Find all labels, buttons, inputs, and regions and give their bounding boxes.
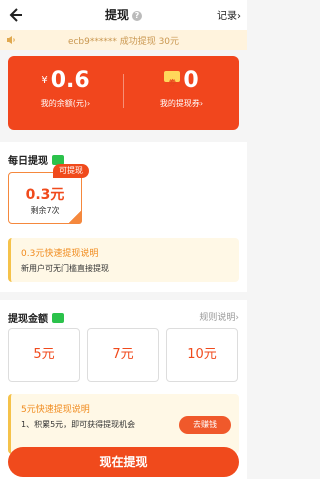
daily-withdraw-section: 每日提现 0.3元 剩余7次 可提现 0.3元快速提现说明 新用户可无门槛直接提… <box>0 142 247 292</box>
amount-title: 提现金额 <box>8 310 64 325</box>
amount-info-body: 1、积累5元，即可获得提现机会 <box>21 420 136 429</box>
top-bar: 提现? 记录› <box>0 0 247 30</box>
wechat-icon <box>52 313 64 323</box>
amount-info-title: 5元快速提现说明 <box>21 405 90 415</box>
amount-option-7[interactable]: 7元 <box>87 328 159 382</box>
daily-tip-body: 新用户可无门槛直接提现 <box>21 264 109 273</box>
balance-amount: 0.6 <box>50 68 90 93</box>
selected-check-icon <box>68 210 82 224</box>
coupon-value: 0 <box>124 68 239 96</box>
balance-value: ¥0.6 <box>8 68 123 94</box>
rules-link[interactable]: 规则说明› <box>199 310 239 323</box>
withdraw-now-button[interactable]: 现在提现 <box>8 447 239 477</box>
daily-tip-box: 0.3元快速提现说明 新用户可无门槛直接提现 <box>8 238 239 282</box>
page-title: 提现? <box>0 6 247 23</box>
ticket-icon <box>164 70 181 96</box>
records-link[interactable]: 记录› <box>217 7 241 22</box>
amount-option-10[interactable]: 10元 <box>166 328 238 382</box>
coupon-count: 0 <box>183 68 199 93</box>
daily-title-text: 每日提现 <box>8 156 48 167</box>
daily-option-amount: 0.3元 <box>25 187 65 203</box>
earn-money-button[interactable]: 去赚钱 <box>179 416 231 434</box>
currency-symbol: ¥ <box>41 75 48 86</box>
amount-option-5[interactable]: 5元 <box>8 328 80 382</box>
notice-bar: ecb9****** 成功提现 30元 <box>0 30 247 50</box>
daily-tip-title: 0.3元快速提现说明 <box>21 249 99 259</box>
help-icon[interactable]: ? <box>132 11 142 21</box>
balance-label: 我的余额(元)› <box>40 99 91 108</box>
balance-block[interactable]: ¥0.6 我的余额(元)› <box>8 68 123 109</box>
coupon-block[interactable]: 0 我的提现券› <box>124 68 239 109</box>
balance-card: ¥0.6 我的余额(元)› 0 我的提现券› <box>8 56 239 130</box>
notice-text: ecb9****** 成功提现 30元 <box>67 37 180 47</box>
amount-title-text: 提现金额 <box>8 314 48 325</box>
page-title-text: 提现 <box>104 8 129 22</box>
available-ribbon: 可提现 <box>53 164 89 178</box>
coupon-label: 我的提现券› <box>159 99 204 108</box>
amount-info-box: 5元快速提现说明 1、积累5元，即可获得提现机会 去赚钱 <box>8 394 239 454</box>
